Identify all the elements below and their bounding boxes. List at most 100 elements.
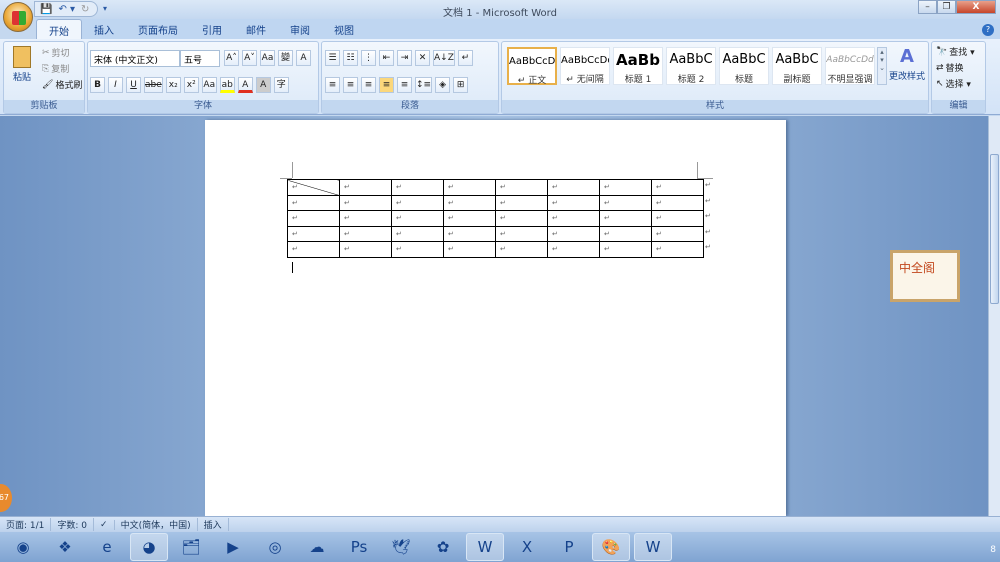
borders-button[interactable]: ⊞ <box>453 77 469 93</box>
document-page[interactable]: ↵ ↵ ↵ ↵ ↵ ↵ ↵ ↵ ↵ ↵ ↵ ↵ ↵ ↵ ↵ ↵ ↵ ↵ ↵ ↵ ↵ ↵ ↵ ↵ ↵ ↵ ↵ ↵ ↵ ↵ ↵ ↵ ↵ ↵ ↵ ↵ ↵ ↵ ↵ ↵… <box>205 120 786 516</box>
redo-icon[interactable]: ↻ <box>81 4 89 15</box>
grow-font-button[interactable]: A˄ <box>224 50 239 66</box>
table-cell[interactable]: ↵ <box>547 179 600 196</box>
table-cell[interactable]: ↵ <box>599 210 652 227</box>
table-cell[interactable]: ↵ <box>495 225 548 242</box>
table-cell[interactable]: ↵ <box>599 179 652 196</box>
scrollbar-thumb[interactable] <box>990 154 999 304</box>
bullets-button[interactable]: ☰ <box>325 50 340 66</box>
office-button[interactable] <box>3 2 33 32</box>
char-border-button[interactable]: A <box>296 50 311 66</box>
style-title[interactable]: AaBbC 标题 <box>719 47 769 85</box>
file-explorer-icon[interactable]: 🗂 <box>172 533 210 561</box>
underline-button[interactable]: U <box>126 77 141 93</box>
font-name-select[interactable]: 宋体 (中文正文) <box>90 50 180 67</box>
justify-button[interactable]: ≡ <box>379 77 394 93</box>
table-cell[interactable]: ↵ <box>339 179 392 196</box>
tab-home[interactable]: 开始 <box>36 19 82 39</box>
customize-qat-button[interactable]: ▾ <box>103 4 107 13</box>
language-status[interactable]: 中文(简体，中国) <box>115 518 198 531</box>
table-cell[interactable]: ↵ <box>599 241 652 258</box>
tab-page-layout[interactable]: 页面布局 <box>126 19 190 39</box>
numbering-button[interactable]: ☷ <box>343 50 358 66</box>
tab-references[interactable]: 引用 <box>190 19 234 39</box>
change-styles-button[interactable]: A 更改样式 <box>889 46 925 82</box>
font-color-button[interactable]: A <box>237 77 253 93</box>
align-left-button[interactable]: ≡ <box>325 77 340 93</box>
tab-insert[interactable]: 插入 <box>82 19 126 39</box>
table-cell[interactable]: ↵ <box>339 194 392 211</box>
table-cell[interactable]: ↵ <box>287 210 340 227</box>
paste-button[interactable]: 粘贴 <box>10 46 34 83</box>
find-button[interactable]: 🔭 查找 ▾ <box>936 45 975 59</box>
color-wheel-icon[interactable]: ◕ <box>130 533 168 561</box>
style-normal[interactable]: AaBbCcDd↵ 正文 <box>507 47 557 86</box>
table-cell[interactable]: ↵ <box>547 225 600 242</box>
chinese-layout-button[interactable]: ✕ <box>415 50 430 66</box>
table-cell[interactable]: ↵ <box>391 210 444 227</box>
table-cell[interactable]: ↵ <box>495 241 548 258</box>
distributed-button[interactable]: ≡ <box>397 77 412 93</box>
table-cell[interactable]: ↵ <box>651 179 704 196</box>
table-cell[interactable]: ↵ <box>391 179 444 196</box>
pptv-icon[interactable]: ◎ <box>256 533 294 561</box>
page-count[interactable]: 页面: 1/1 <box>0 518 52 531</box>
internet-explorer-icon[interactable]: e <box>88 533 126 561</box>
fruit-app-icon[interactable]: ✿ <box>424 533 462 561</box>
diagonal-header-cell[interactable]: ↵ <box>287 179 340 196</box>
table-cell[interactable]: ↵ <box>443 210 496 227</box>
table-cell[interactable]: ↵ <box>547 210 600 227</box>
char-shading-button[interactable]: A <box>255 77 271 93</box>
table-cell[interactable]: ↵ <box>339 210 392 227</box>
table-cell[interactable]: ↵ <box>651 194 704 211</box>
minimize-button[interactable]: – <box>918 0 937 14</box>
enclose-char-button[interactable]: 字 <box>273 77 289 93</box>
select-button[interactable]: ↖ 选择 ▾ <box>936 77 971 91</box>
shading-button[interactable]: ◈ <box>435 77 451 93</box>
strikethrough-button[interactable]: abe <box>144 77 163 93</box>
phonetic-guide-button[interactable]: 變 <box>278 50 293 66</box>
table-cell[interactable]: ↵ <box>391 241 444 258</box>
table-cell[interactable]: ↵ <box>495 194 548 211</box>
table-cell[interactable]: ↵ <box>443 225 496 242</box>
show-marks-button[interactable]: ↵ <box>457 50 473 66</box>
table-cell[interactable]: ↵ <box>339 241 392 258</box>
word-icon[interactable]: W <box>466 533 504 561</box>
table-cell[interactable]: ↵ <box>495 179 548 196</box>
undo-icon[interactable]: ↶ ▾ <box>58 4 75 15</box>
wps-icon[interactable]: W <box>634 533 672 561</box>
multilevel-list-button[interactable]: ⋮ <box>361 50 376 66</box>
table-cell[interactable]: ↵ <box>443 241 496 258</box>
tab-review[interactable]: 审阅 <box>278 19 322 39</box>
align-right-button[interactable]: ≡ <box>361 77 376 93</box>
table-cell[interactable]: ↵ <box>547 241 600 258</box>
table-cell[interactable]: ↵ <box>287 241 340 258</box>
video-player-icon[interactable]: ▶ <box>214 533 252 561</box>
increase-indent-button[interactable]: ⇥ <box>397 50 412 66</box>
subscript-button[interactable]: x₂ <box>165 77 181 93</box>
highlight-button[interactable]: ab <box>219 77 235 93</box>
style-no-spacing[interactable]: AaBbCcDd ↵ 无间隔 <box>560 47 610 85</box>
copy-button[interactable]: ⎘ 复制 <box>42 62 69 76</box>
app-colors-icon[interactable]: ❖ <box>46 533 84 561</box>
tab-view[interactable]: 视图 <box>322 19 366 39</box>
cut-button[interactable]: ✂ 剪切 <box>42 46 70 60</box>
baidu-cloud-icon[interactable]: ☁ <box>298 533 336 561</box>
table-cell[interactable]: ↵ <box>495 210 548 227</box>
clear-format-button[interactable]: Aa <box>260 50 275 66</box>
tab-mailings[interactable]: 邮件 <box>234 19 278 39</box>
save-icon[interactable]: 💾 <box>40 4 52 15</box>
table-cell[interactable]: ↵ <box>599 225 652 242</box>
table-cell[interactable]: ↵ <box>339 225 392 242</box>
vertical-scrollbar[interactable] <box>988 116 1000 516</box>
superscript-button[interactable]: x² <box>183 77 199 93</box>
document-table[interactable]: ↵ ↵ ↵ ↵ ↵ ↵ ↵ ↵ ↵ ↵ ↵ ↵ ↵ ↵ ↵ ↵ ↵ ↵ ↵ ↵ ↵ ↵ ↵ ↵ ↵ ↵ ↵ ↵ ↵ ↵ ↵ ↵ ↵ ↵ ↵ ↵ ↵ ↵ ↵ ↵ <box>287 179 704 258</box>
close-button[interactable]: X <box>956 0 996 14</box>
line-spacing-button[interactable]: ↕≡ <box>415 77 433 93</box>
table-cell[interactable]: ↵ <box>651 225 704 242</box>
table-cell[interactable]: ↵ <box>599 194 652 211</box>
help-icon[interactable]: ? <box>982 24 994 36</box>
table-cell[interactable]: ↵ <box>391 194 444 211</box>
sort-button[interactable]: A↓Z <box>433 50 455 66</box>
photoshop-icon[interactable]: Ps <box>340 533 378 561</box>
